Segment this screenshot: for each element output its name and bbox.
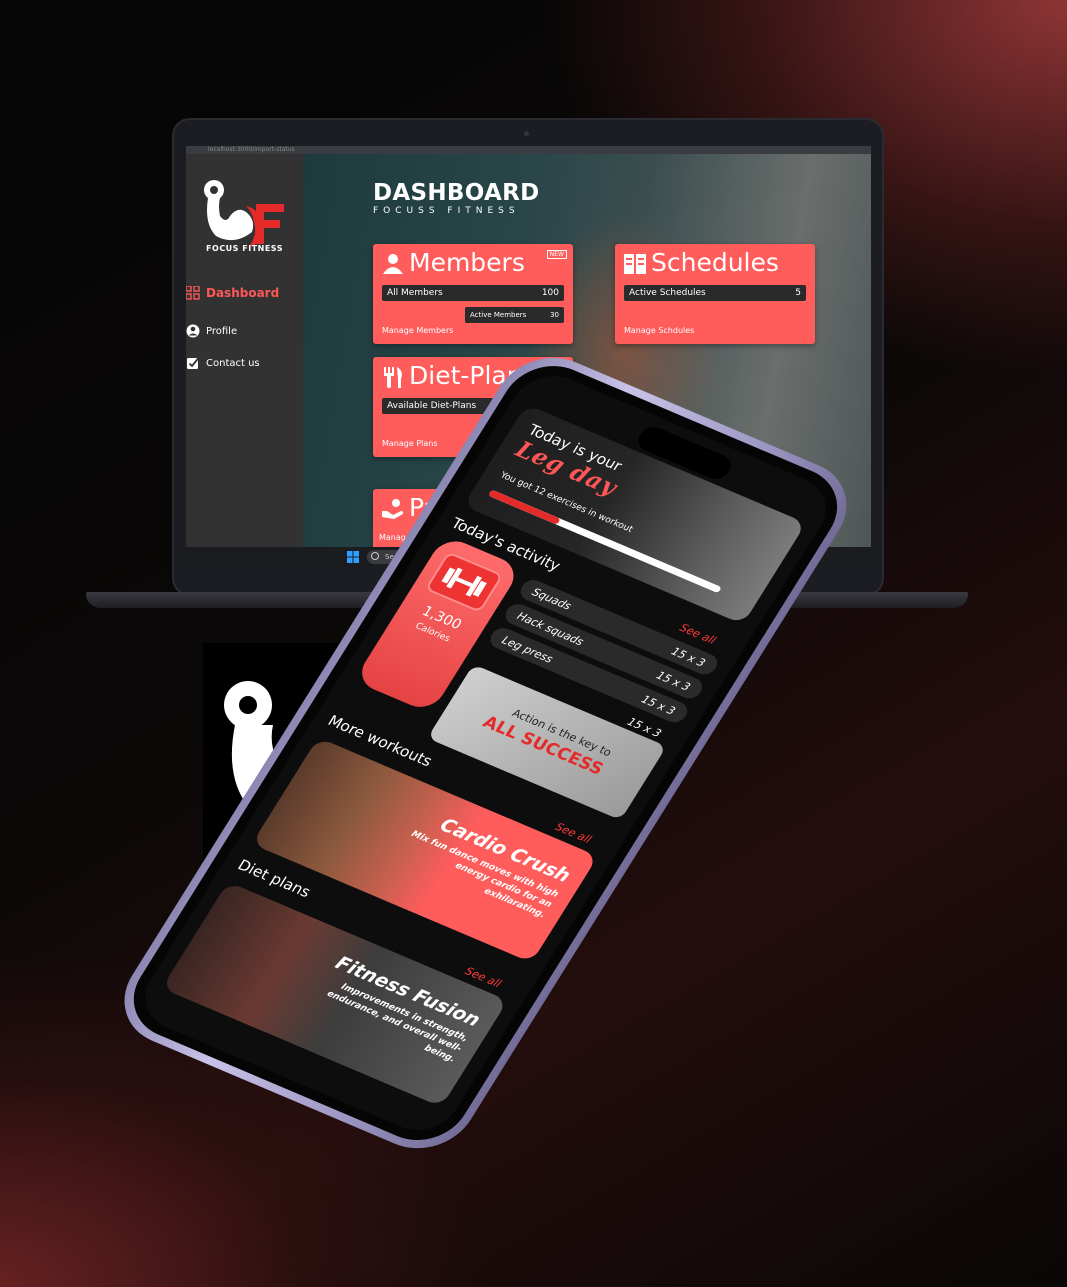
row-value: 5 (795, 288, 801, 298)
row-value: 30 (550, 311, 559, 319)
exercise-sets: 15 x 3 (669, 644, 708, 670)
active-members-row: Active Members 30 (465, 307, 564, 323)
manage-schedules-link[interactable]: Manage Schdules (624, 326, 694, 335)
sidebar-item-label: Contact us (206, 357, 260, 369)
fork-knife-icon (384, 367, 402, 388)
sidebar-item-label: Dashboard (206, 286, 280, 300)
row-label: All Members (387, 288, 443, 298)
schedules-card[interactable]: Schedules Active Schedules 5 Manage Schd… (615, 244, 815, 344)
exercise-sets: 15 x 3 (639, 692, 678, 718)
active-schedules-row: Active Schedules 5 (624, 285, 806, 301)
browser-address-bar[interactable]: localhost:3000/import-status (186, 146, 871, 154)
brand-name: FOCUS FITNESS (206, 244, 283, 253)
card-title: Members (409, 248, 525, 277)
dumbbell-icon-tile (424, 551, 504, 613)
calendar-icon (624, 254, 646, 274)
manage-plans-link[interactable]: Manage Plans (382, 439, 438, 448)
row-label: Active Members (470, 311, 527, 319)
users-icon (383, 254, 403, 274)
dumbbell-icon (441, 567, 487, 597)
new-badge: NEW (546, 250, 567, 259)
all-members-row: All Members 100 (382, 285, 564, 301)
sidebar-item-profile[interactable]: Profile (186, 322, 237, 340)
sidebar-item-contact[interactable]: Contact us (186, 354, 260, 372)
manage-members-link[interactable]: Manage Members (382, 326, 453, 335)
focus-fitness-logo (204, 180, 284, 248)
exercise-name: Squads (529, 585, 574, 613)
sidebar-item-dashboard[interactable]: Dashboard (186, 284, 279, 302)
laptop-camera (524, 131, 529, 136)
exercise-sets: 15 x 3 (654, 668, 693, 694)
page-subtitle: FOCUSS FITNESS (373, 206, 520, 216)
card-title: Schedules (651, 248, 779, 277)
sidebar-item-label: Profile (206, 325, 238, 337)
search-icon (371, 552, 379, 560)
payment-icon (382, 499, 404, 519)
row-label: Available Diet-Plans (387, 401, 477, 411)
members-card[interactable]: Members NEW All Members 100 Active Membe… (373, 244, 573, 344)
sidebar: FOCUS FITNESS Dashboard Profile Contact … (186, 154, 303, 547)
grid-icon (186, 286, 200, 300)
page-title: DASHBOARD (373, 180, 540, 206)
row-label: Active Schedules (629, 288, 706, 298)
check-square-icon (187, 357, 200, 369)
row-value: 100 (541, 288, 559, 298)
user-icon (186, 324, 200, 338)
windows-start-icon[interactable] (347, 551, 359, 563)
